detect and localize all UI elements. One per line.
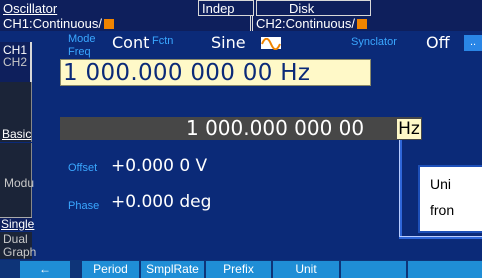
tab-modu-label: Modu bbox=[4, 176, 35, 190]
phase-value[interactable]: +0.000 deg bbox=[111, 193, 211, 211]
unit-hz-cursor[interactable]: Hz bbox=[397, 119, 421, 139]
softkey-unit[interactable]: Unit bbox=[273, 261, 339, 278]
indep-indicator: Indep bbox=[198, 0, 254, 16]
synclator-value[interactable]: Off bbox=[426, 34, 450, 52]
callout-line1: Uni bbox=[430, 176, 452, 192]
offset-label: Offset bbox=[68, 162, 98, 174]
offset-value[interactable]: +0.000 0 V bbox=[111, 157, 207, 175]
left-arrow-icon: ← bbox=[39, 262, 51, 276]
mode-value[interactable]: Cont bbox=[112, 34, 149, 52]
ch1-status: CH1:Continuous/ bbox=[3, 16, 251, 31]
tab-single-label: Single bbox=[1, 217, 35, 231]
disk-indicator: Disk bbox=[256, 0, 371, 16]
callout-leader-vertical bbox=[399, 140, 402, 239]
callout-leader-horizontal bbox=[399, 236, 482, 239]
frequency-display[interactable]: 1 000.000 000 00 Hz bbox=[60, 59, 371, 86]
tab-channel-select[interactable]: CH1 CH2 bbox=[0, 42, 32, 82]
fctn-value[interactable]: Sine bbox=[211, 34, 246, 52]
mode-label: Mode bbox=[68, 33, 96, 45]
tab-ch2[interactable]: CH2 bbox=[0, 56, 30, 70]
ch2-status: CH2:Continuous/ bbox=[252, 16, 402, 31]
callout-line2: fron bbox=[430, 202, 455, 218]
app-title: Oscillator bbox=[3, 1, 58, 16]
tab-single[interactable]: Single bbox=[0, 217, 35, 231]
tab-dual-graph-label: Dual Graph bbox=[3, 233, 36, 259]
callout-note: Uni fron bbox=[418, 165, 482, 233]
tab-dual-line1: Dual bbox=[3, 232, 28, 246]
disk-label: Disk bbox=[289, 1, 315, 16]
tab-dual-graph[interactable]: Dual Graph bbox=[0, 232, 36, 259]
synclator-more-button[interactable]: .. bbox=[464, 35, 482, 51]
ch2-status-text: CH2:Continuous/ bbox=[256, 16, 355, 31]
fctn-label: Fctn bbox=[152, 35, 174, 47]
softkey-blank-1[interactable] bbox=[341, 261, 406, 278]
softkey-blank-2[interactable] bbox=[408, 261, 482, 278]
synclator-label: Synclator bbox=[351, 36, 397, 48]
tab-basic[interactable]: Basic bbox=[0, 82, 32, 142]
softkey-prefix[interactable]: Prefix bbox=[206, 261, 271, 278]
numeric-input-value: 1 000.000 000 00 bbox=[186, 116, 365, 140]
indep-label: Indep bbox=[202, 1, 235, 16]
tab-dual-line2: Graph bbox=[3, 245, 37, 259]
softkey-back[interactable]: ← bbox=[20, 261, 70, 278]
ch1-output-indicator bbox=[104, 19, 114, 29]
numeric-input-field[interactable]: 1 000.000 000 00 bbox=[60, 117, 422, 140]
ch2-output-indicator bbox=[357, 19, 367, 29]
freq-label: Freq bbox=[68, 46, 91, 58]
softkey-smplrate[interactable]: SmplRate bbox=[141, 261, 204, 278]
tab-modu[interactable]: Modu bbox=[0, 143, 35, 217]
softkey-period[interactable]: Period bbox=[82, 261, 139, 278]
sine-wave-icon bbox=[261, 37, 281, 51]
phase-label: Phase bbox=[68, 200, 100, 212]
frequency-display-value: 1 000.000 000 00 Hz bbox=[63, 60, 311, 86]
ch1-status-text: CH1:Continuous/ bbox=[3, 16, 102, 31]
tab-basic-label: Basic bbox=[2, 127, 32, 141]
